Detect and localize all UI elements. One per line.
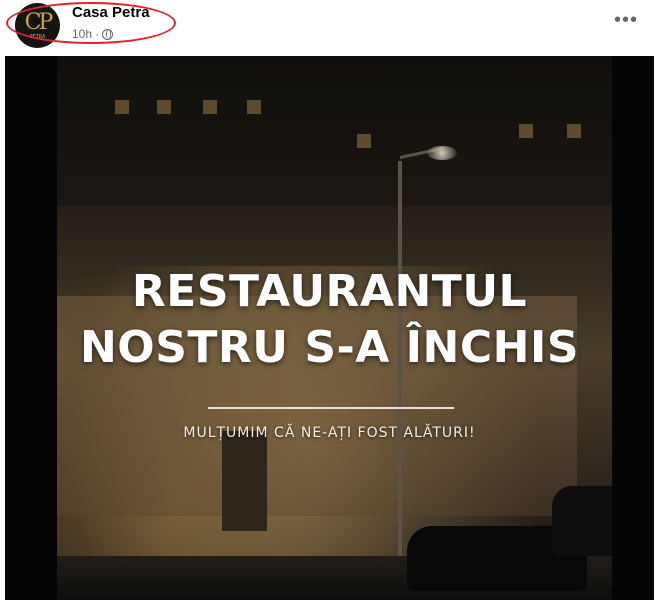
headline-divider <box>208 407 454 409</box>
avatar-caption: PETRA <box>29 34 46 40</box>
page-avatar[interactable]: CP PETRA <box>15 3 60 48</box>
post-author-name[interactable]: Casa Petra <box>72 4 150 21</box>
post-image[interactable]: RESTAURANTUL NOSTRU S-A ÎNCHIS MULȚUMIM … <box>5 56 654 600</box>
image-subline: MULȚUMIM CĂ NE-AȚI FOST ALĂTURI! <box>183 425 476 441</box>
headline-line-1: RESTAURANTUL <box>131 266 528 317</box>
headline-line-2: NOSTRU S-A ÎNCHIS <box>79 322 580 373</box>
post-timestamp[interactable]: 10h <box>72 27 92 41</box>
more-options-button[interactable]: ••• <box>609 6 643 36</box>
globe-icon[interactable] <box>102 28 114 40</box>
post-header: CP PETRA Casa Petra 10h · ••• <box>0 0 659 54</box>
post-meta: 10h · <box>72 27 114 41</box>
avatar-monogram: CP <box>24 10 54 35</box>
image-headline: RESTAURANTUL NOSTRU S-A ÎNCHIS <box>5 264 654 376</box>
meta-separator: · <box>95 27 100 41</box>
